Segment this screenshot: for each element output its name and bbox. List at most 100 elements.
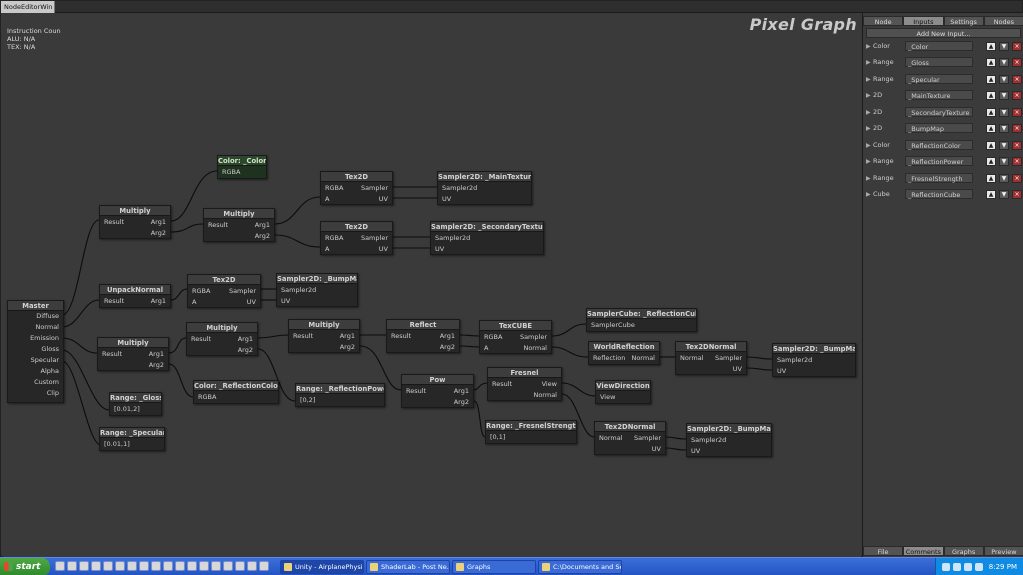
port-custom[interactable]: Custom (34, 377, 59, 388)
node-color-reflectioncolor[interactable]: Color: _ReflectionColor RGBA (193, 380, 279, 404)
input-name-field[interactable]: _BumpMap (905, 123, 973, 133)
move-up-icon[interactable]: ▲ (986, 42, 996, 51)
move-down-icon[interactable]: ▼ (999, 75, 1009, 84)
port-normal[interactable]: Normal (680, 353, 704, 364)
input-name-field[interactable]: _Specular (905, 74, 973, 84)
port-uv[interactable]: UV (379, 244, 388, 255)
node-range-specular[interactable]: Range: _Specular [0.01,1] (99, 427, 165, 451)
quick-launch-icon[interactable] (67, 561, 77, 571)
port-result[interactable]: Result (293, 331, 313, 342)
port-arg1[interactable]: Arg1 (151, 217, 166, 228)
expand-arrow-icon[interactable]: ▶ (866, 41, 871, 52)
move-down-icon[interactable]: ▼ (999, 42, 1009, 51)
delete-icon[interactable]: × (1012, 108, 1022, 117)
node-tex2d-c[interactable]: Tex2D RGBA A Sampler UV (187, 274, 261, 308)
port-sampler[interactable]: Sampler (361, 233, 388, 244)
input-name-field[interactable]: _Color (905, 41, 973, 51)
input-name-field[interactable]: _FresnelStrength (905, 173, 973, 183)
port-specular[interactable]: Specular (31, 355, 59, 366)
node-samplercube-reflectioncube[interactable]: SamplerCube: _ReflectionCube SamplerCube (586, 308, 697, 332)
node-sampler2d-secondarytexture[interactable]: Sampler2D: _SecondaryTexture Sampler2d U… (430, 221, 544, 255)
quick-launch-icon[interactable] (259, 561, 269, 571)
port-result[interactable]: Result (102, 349, 122, 360)
port-result[interactable]: Result (208, 220, 228, 231)
node-sampler2d-maintexture[interactable]: Sampler2D: _MainTexture Sampler2d UV (437, 171, 532, 205)
expand-arrow-icon[interactable]: ▶ (866, 90, 871, 101)
tab-nodes[interactable]: Nodes (983, 16, 1023, 26)
quick-launch-icon[interactable] (103, 561, 113, 571)
node-tex2dnormal-b[interactable]: Tex2DNormal Normal Sampler UV (594, 421, 666, 455)
move-up-icon[interactable]: ▲ (986, 157, 996, 166)
input-name-field[interactable]: _ReflectionPower (905, 156, 973, 166)
port-arg1[interactable]: Arg1 (151, 296, 166, 307)
tab-node[interactable]: Node (863, 16, 904, 26)
port-arg1[interactable]: Arg1 (255, 220, 270, 231)
node-multiply-4[interactable]: Multiply Result Arg1 Arg2 (186, 322, 258, 356)
taskbar-button-unity[interactable]: Unity - AirplanePhysic... (280, 560, 364, 574)
node-fresnel[interactable]: Fresnel Result View Normal (487, 367, 562, 401)
move-down-icon[interactable]: ▼ (999, 124, 1009, 133)
port-uv[interactable]: UV (777, 366, 786, 377)
input-name-field[interactable]: _ReflectionColor (905, 140, 973, 150)
port-uv[interactable]: UV (379, 194, 388, 205)
node-viewdirection[interactable]: ViewDirection View (595, 380, 651, 404)
port-uv[interactable]: UV (281, 296, 290, 307)
port-range-value[interactable]: [0.01,1] (104, 439, 130, 450)
port-arg1[interactable]: Arg1 (238, 334, 253, 345)
move-up-icon[interactable]: ▲ (986, 108, 996, 117)
move-up-icon[interactable]: ▲ (986, 190, 996, 199)
tab-graphs[interactable]: Graphs (943, 546, 984, 556)
tab-settings[interactable]: Settings (943, 16, 984, 26)
quick-launch-icon[interactable] (235, 561, 245, 571)
port-arg1[interactable]: Arg1 (440, 331, 455, 342)
node-range-reflectionpower[interactable]: Range: _ReflectionPower [0,2] (295, 383, 385, 407)
move-up-icon[interactable]: ▲ (986, 91, 996, 100)
port-rgba[interactable]: RGBA (192, 286, 210, 297)
expand-arrow-icon[interactable]: ▶ (866, 173, 871, 184)
node-multiply-3[interactable]: Multiply Result Arg1 Arg2 (97, 337, 169, 371)
tray-icon[interactable] (953, 563, 961, 571)
quick-launch-icon[interactable] (139, 561, 149, 571)
port-a[interactable]: A (325, 194, 329, 205)
move-up-icon[interactable]: ▲ (986, 124, 996, 133)
port-arg2[interactable]: Arg2 (149, 360, 164, 371)
node-multiply-2[interactable]: Multiply Result Arg1 Arg2 (203, 208, 275, 242)
quick-launch-icon[interactable] (151, 561, 161, 571)
port-normal[interactable]: Normal (35, 322, 59, 333)
input-name-field[interactable]: _ReflectionCube (905, 189, 973, 199)
port-uv[interactable]: UV (652, 444, 661, 455)
port-arg1[interactable]: Arg1 (454, 386, 469, 397)
tray-icon[interactable] (942, 563, 950, 571)
port-result[interactable]: Result (391, 331, 411, 342)
quick-launch-icon[interactable] (55, 561, 65, 571)
input-name-field[interactable]: _MainTexture (905, 90, 973, 100)
port-sampler2d[interactable]: Sampler2d (691, 435, 726, 446)
port-normal[interactable]: Normal (599, 433, 623, 444)
port-uv[interactable]: UV (733, 364, 742, 375)
port-sampler[interactable]: Sampler (229, 286, 256, 297)
port-gloss[interactable]: Gloss (41, 344, 59, 355)
expand-arrow-icon[interactable]: ▶ (866, 189, 871, 200)
expand-arrow-icon[interactable]: ▶ (866, 107, 871, 118)
delete-icon[interactable]: × (1012, 141, 1022, 150)
node-multiply-5[interactable]: Multiply Result Arg1 Arg2 (288, 319, 360, 353)
node-worldreflection[interactable]: WorldReflection Reflection Normal (588, 341, 660, 365)
quick-launch-icon[interactable] (187, 561, 197, 571)
node-tex2dnormal-a[interactable]: Tex2DNormal Normal Sampler UV (675, 341, 747, 375)
start-button[interactable]: start (0, 558, 50, 575)
tray-icon[interactable] (964, 563, 972, 571)
port-rgba[interactable]: RGBA (325, 233, 343, 244)
port-result[interactable]: Result (104, 296, 124, 307)
quick-launch-icon[interactable] (211, 561, 221, 571)
quick-launch-icon[interactable] (223, 561, 233, 571)
move-up-icon[interactable]: ▲ (986, 174, 996, 183)
port-uv[interactable]: UV (247, 297, 256, 308)
node-multiply-1[interactable]: Multiply Result Arg1 Arg2 (99, 205, 171, 239)
move-up-icon[interactable]: ▲ (986, 58, 996, 67)
move-up-icon[interactable]: ▲ (986, 141, 996, 150)
node-sampler2d-bumpmap-2[interactable]: Sampler2D: _BumpMap Sampler2d UV (772, 343, 856, 377)
port-arg2[interactable]: Arg2 (238, 345, 253, 356)
move-down-icon[interactable]: ▼ (999, 141, 1009, 150)
quick-launch-icon[interactable] (199, 561, 209, 571)
delete-icon[interactable]: × (1012, 174, 1022, 183)
